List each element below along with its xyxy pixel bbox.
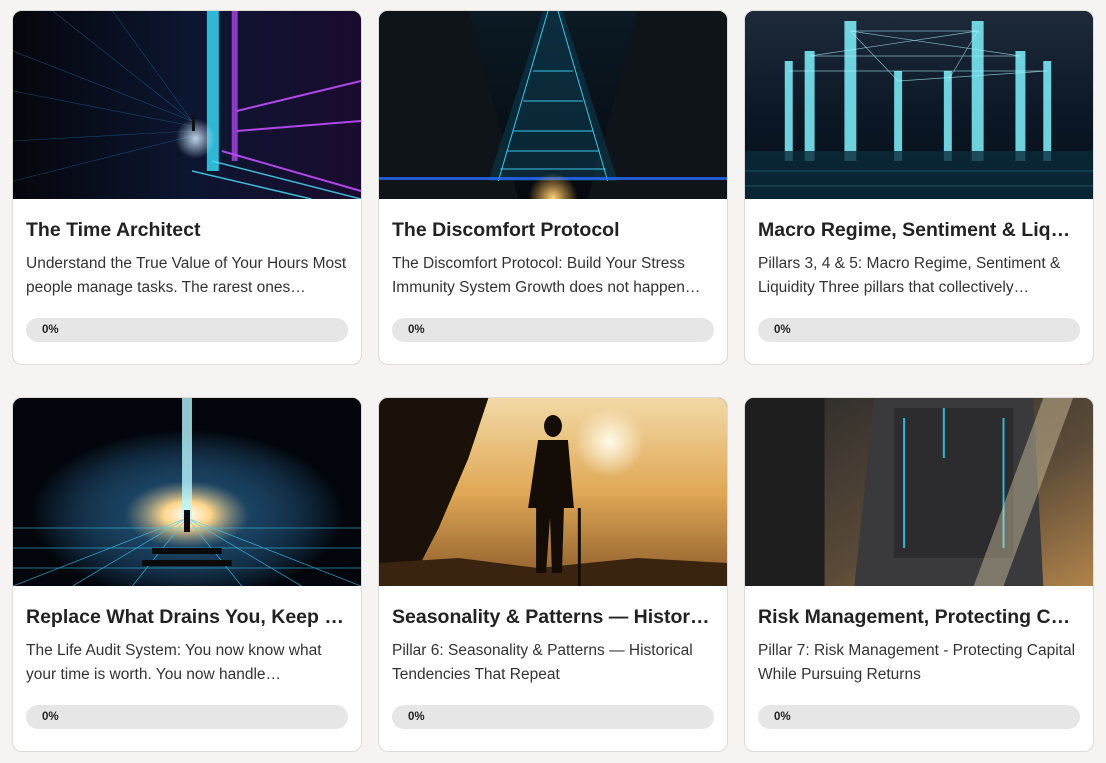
course-card[interactable]: The Discomfort Protocol The Discomfort P… xyxy=(378,10,728,365)
progress-label: 0% xyxy=(408,711,425,723)
course-card[interactable]: Risk Management, Protecting Cap… Pillar … xyxy=(744,397,1094,752)
progress-bar: 0% xyxy=(26,705,348,729)
glowing-pillars-network-image[interactable] xyxy=(745,11,1093,199)
course-card[interactable]: Macro Regime, Sentiment & Liqui… Pillars… xyxy=(744,10,1094,365)
course-card[interactable]: Replace What Drains You, Keep W… The Lif… xyxy=(12,397,362,752)
hiker-sunset-silhouette-image[interactable] xyxy=(379,398,727,586)
course-card[interactable]: The Time Architect Understand the True V… xyxy=(12,10,362,365)
course-description: Pillar 6: Seasonality & Patterns — Histo… xyxy=(392,642,693,683)
progress-label: 0% xyxy=(42,711,59,723)
progress-label: 0% xyxy=(42,324,59,336)
course-description: The Life Audit System: You now know what… xyxy=(26,642,322,683)
course-title[interactable]: Macro Regime, Sentiment & Liqui… xyxy=(758,217,1080,243)
progress-bar: 0% xyxy=(758,705,1080,729)
course-title[interactable]: Replace What Drains You, Keep W… xyxy=(26,604,348,630)
armored-vault-orb-image[interactable] xyxy=(745,398,1093,586)
progress-label: 0% xyxy=(408,324,425,336)
course-card[interactable]: Seasonality & Patterns — History … Pilla… xyxy=(378,397,728,752)
progress-label: 0% xyxy=(774,324,791,336)
neon-grid-path-image[interactable] xyxy=(379,11,727,199)
digital-grid-time-corridor-image[interactable] xyxy=(13,11,361,199)
course-title[interactable]: The Discomfort Protocol xyxy=(392,217,714,243)
progress-bar: 0% xyxy=(392,318,714,342)
course-description: Pillar 7: Risk Management - Protecting C… xyxy=(758,642,1076,683)
progress-bar: 0% xyxy=(26,318,348,342)
course-description: Pillars 3, 4 & 5: Macro Regime, Sentimen… xyxy=(758,255,1061,296)
course-grid: The Time Architect Understand the True V… xyxy=(12,10,1094,752)
course-title[interactable]: The Time Architect xyxy=(26,217,348,243)
course-title[interactable]: Risk Management, Protecting Cap… xyxy=(758,604,1080,630)
progress-bar: 0% xyxy=(758,318,1080,342)
progress-bar: 0% xyxy=(392,705,714,729)
course-description: The Discomfort Protocol: Build Your Stre… xyxy=(392,255,701,296)
course-description: Understand the True Value of Your Hours … xyxy=(26,255,347,296)
progress-label: 0% xyxy=(774,711,791,723)
energy-burst-figure-image[interactable] xyxy=(13,398,361,586)
course-title[interactable]: Seasonality & Patterns — History … xyxy=(392,604,714,630)
